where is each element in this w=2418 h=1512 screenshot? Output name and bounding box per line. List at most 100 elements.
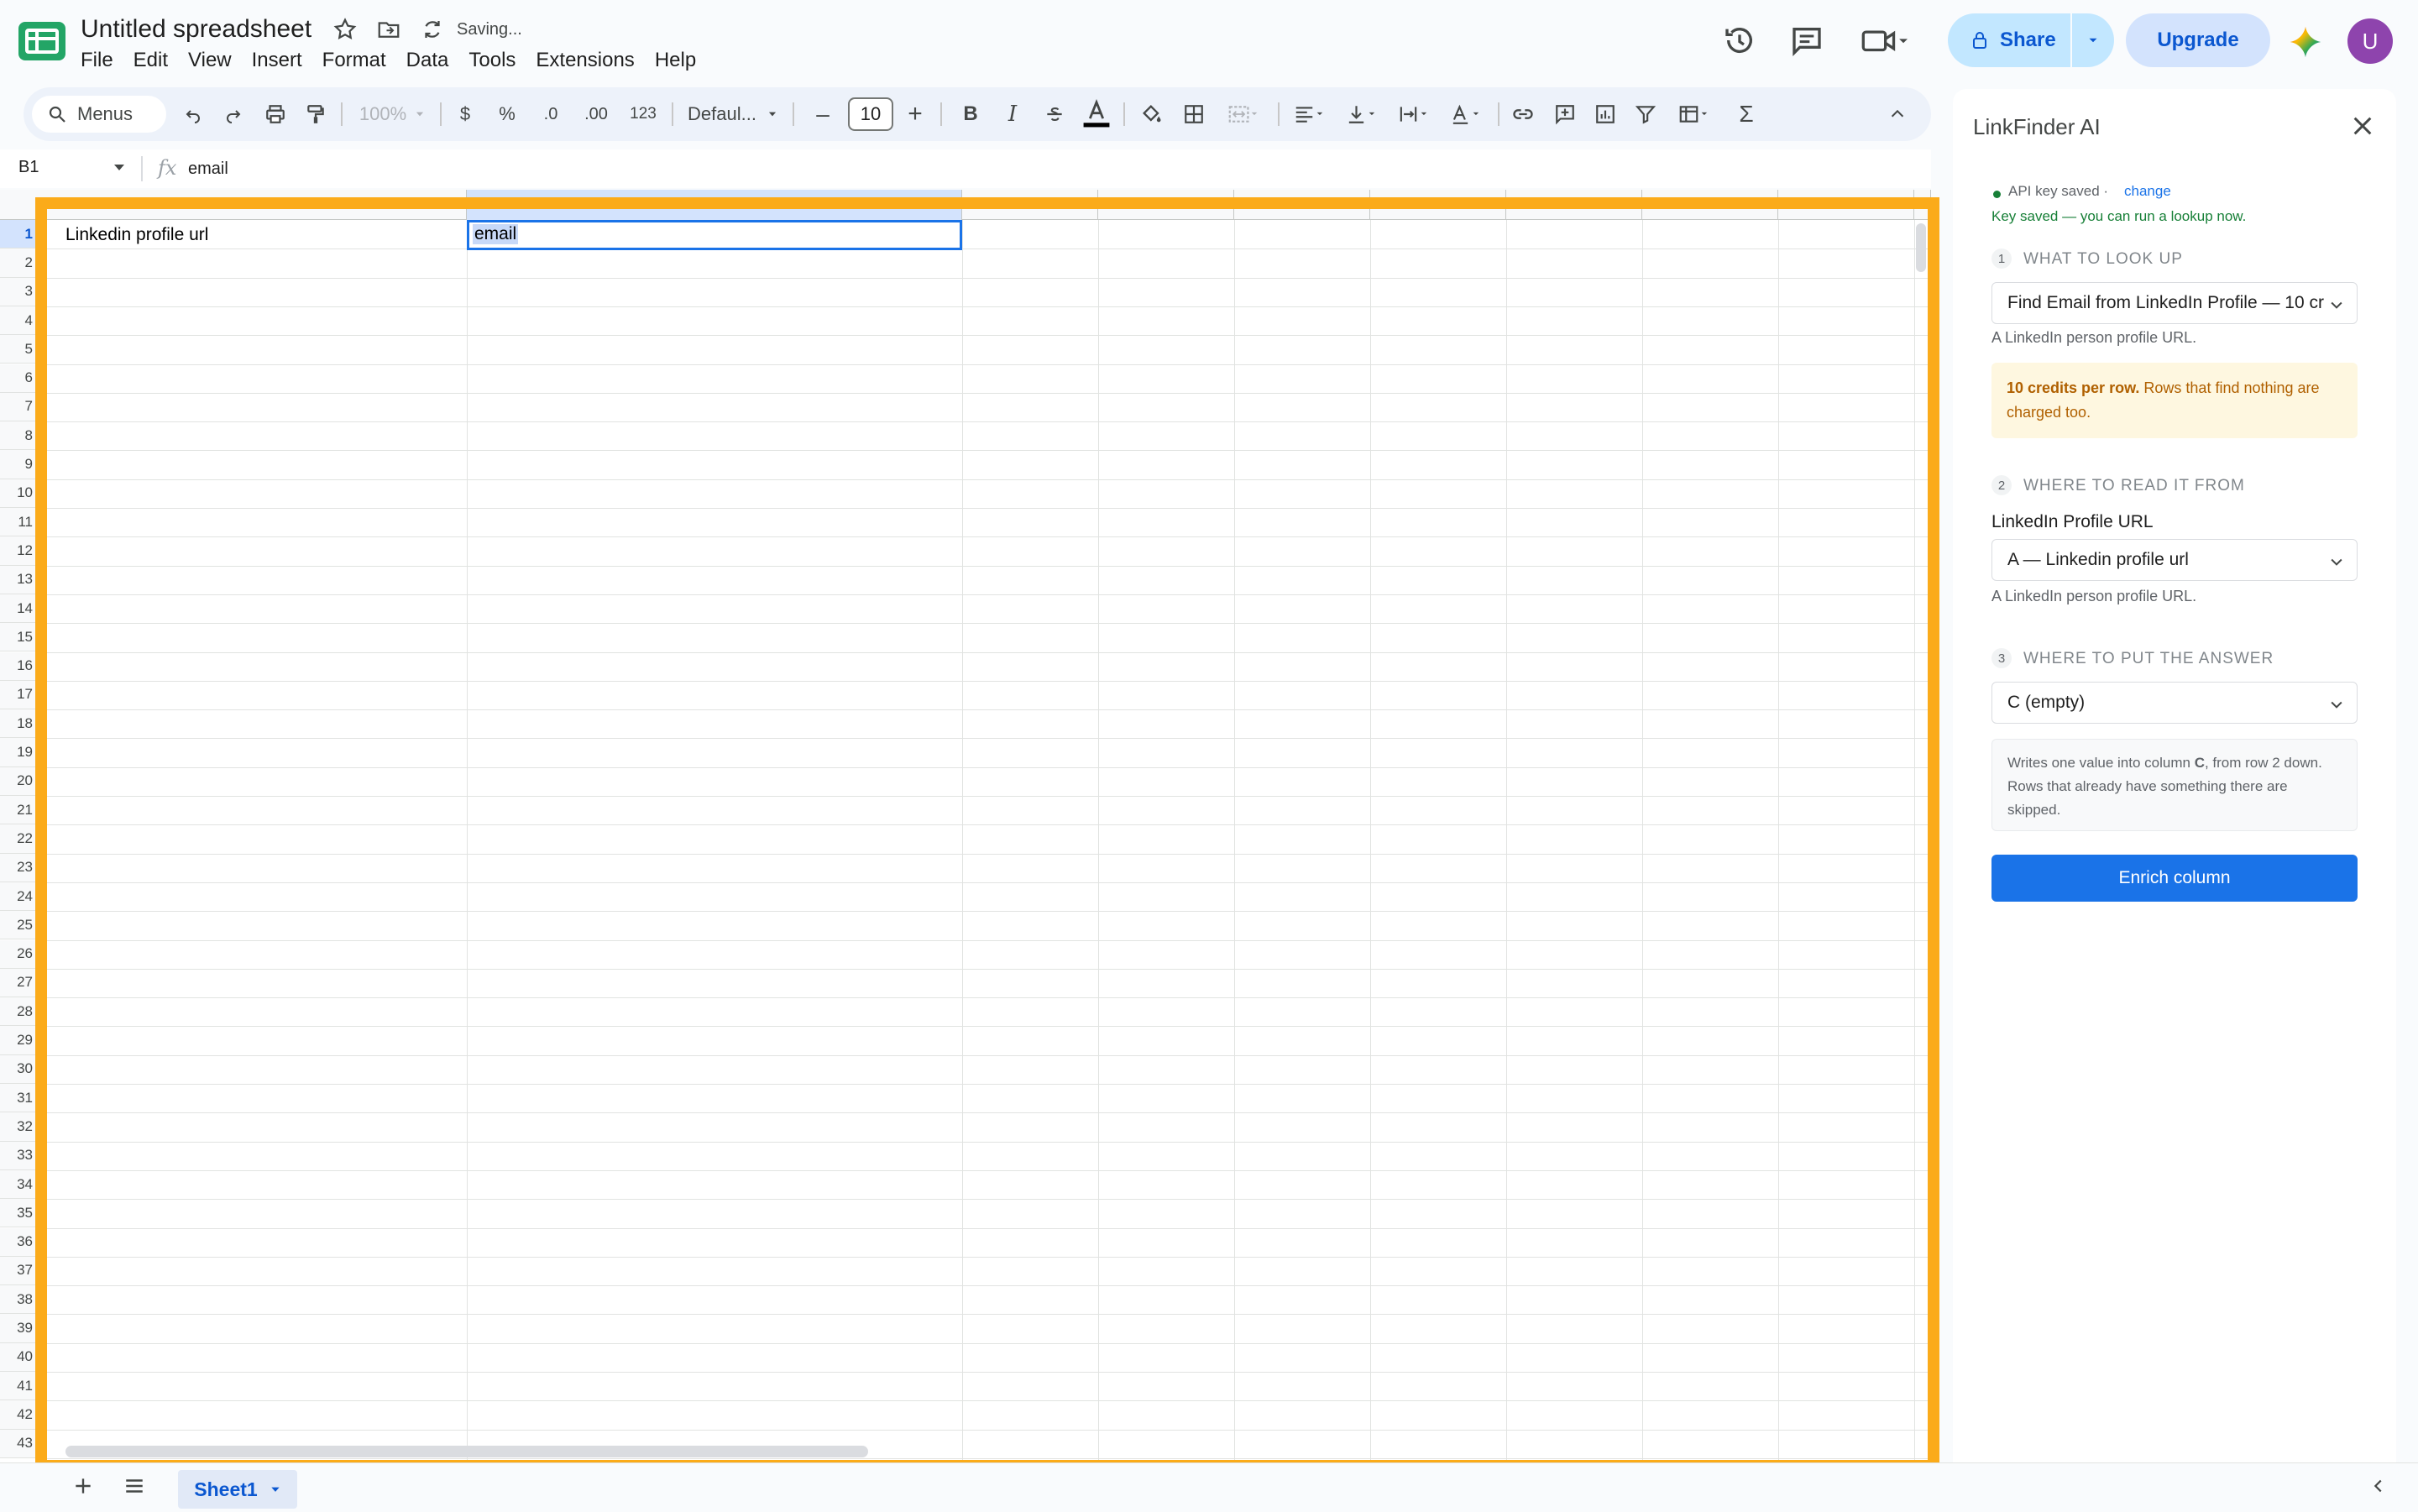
- row-header[interactable]: 3: [0, 277, 39, 306]
- column-header[interactable]: [1370, 190, 1506, 220]
- formula-input[interactable]: email: [188, 160, 228, 179]
- filter-icon[interactable]: [1630, 87, 1661, 141]
- row-header[interactable]: 15: [0, 623, 39, 652]
- bold-button[interactable]: B: [955, 87, 986, 141]
- row-header[interactable]: 25: [0, 911, 39, 940]
- column-header[interactable]: [962, 190, 1098, 220]
- row-header[interactable]: 31: [0, 1084, 39, 1113]
- strikethrough-icon[interactable]: [1039, 87, 1070, 141]
- row-header[interactable]: 38: [0, 1285, 39, 1315]
- cell-b1-selected[interactable]: email: [467, 220, 962, 250]
- side-panel-toggle-icon[interactable]: [2369, 1477, 2388, 1495]
- sheet-tab-chevron-icon[interactable]: [270, 1483, 281, 1495]
- percent-button[interactable]: %: [492, 87, 522, 141]
- row-header[interactable]: 13: [0, 565, 39, 594]
- row-header[interactable]: 22: [0, 824, 39, 854]
- name-box[interactable]: B1: [18, 158, 39, 177]
- column-header[interactable]: [1098, 190, 1234, 220]
- row-header[interactable]: 1: [0, 220, 39, 249]
- functions-button[interactable]: Σ: [1731, 87, 1761, 141]
- menu-edit[interactable]: Edit: [133, 49, 168, 72]
- search-menus-button[interactable]: Menus: [32, 96, 166, 133]
- upgrade-button[interactable]: Upgrade: [2126, 13, 2270, 67]
- insert-chart-icon[interactable]: [1590, 87, 1620, 141]
- row-header[interactable]: 5: [0, 335, 39, 364]
- column-header[interactable]: [1506, 190, 1642, 220]
- column-header[interactable]: [1642, 190, 1778, 220]
- column-header[interactable]: [1778, 190, 1914, 220]
- column-header[interactable]: [467, 190, 962, 220]
- avatar[interactable]: U: [2347, 18, 2393, 64]
- column-header[interactable]: [1234, 190, 1370, 220]
- row-header[interactable]: 11: [0, 508, 39, 537]
- number-format-button[interactable]: 123: [623, 87, 663, 141]
- collapse-toolbar-icon[interactable]: [1882, 87, 1913, 141]
- sheets-logo-icon[interactable]: [18, 22, 65, 60]
- gemini-icon[interactable]: [2289, 25, 2322, 59]
- menu-extensions[interactable]: Extensions: [536, 49, 634, 72]
- row-header[interactable]: 33: [0, 1141, 39, 1170]
- menu-insert[interactable]: Insert: [252, 49, 302, 72]
- menu-file[interactable]: File: [81, 49, 113, 72]
- row-header[interactable]: 41: [0, 1372, 39, 1401]
- row-header[interactable]: 28: [0, 997, 39, 1027]
- currency-button[interactable]: $: [450, 87, 480, 141]
- share-dropdown-icon[interactable]: [2072, 13, 2114, 67]
- vertical-align-icon[interactable]: [1338, 87, 1385, 141]
- row-header[interactable]: 34: [0, 1169, 39, 1200]
- horizontal-scrollbar[interactable]: [65, 1446, 868, 1457]
- row-header[interactable]: 12: [0, 536, 39, 566]
- menu-help[interactable]: Help: [655, 49, 696, 72]
- row-header[interactable]: 23: [0, 853, 39, 882]
- enrich-column-button[interactable]: Enrich column: [1991, 855, 2358, 902]
- cell-a1[interactable]: Linkedin profile url: [65, 225, 208, 245]
- text-wrapping-icon[interactable]: [1390, 87, 1437, 141]
- undo-icon[interactable]: [178, 87, 208, 141]
- row-header[interactable]: 35: [0, 1199, 39, 1228]
- row-header[interactable]: 36: [0, 1227, 39, 1257]
- share-button[interactable]: Share: [1948, 13, 2114, 67]
- font-size-input[interactable]: 10: [848, 97, 893, 131]
- row-header[interactable]: 42: [0, 1400, 39, 1430]
- row-header[interactable]: 18: [0, 709, 39, 739]
- print-icon[interactable]: [260, 87, 290, 141]
- row-header[interactable]: 7: [0, 392, 39, 422]
- font-size-increase-button[interactable]: +: [900, 87, 930, 141]
- spreadsheet-grid[interactable]: 1 2 3 4 5 6 7 8 9 10 11 12 13 14 15 16 17 18 19 20 21 22 23 24 2…: [0, 190, 1931, 1462]
- borders-icon[interactable]: [1179, 87, 1209, 141]
- redo-icon[interactable]: [218, 87, 249, 141]
- font-select[interactable]: Defaul...: [682, 87, 762, 141]
- row-header[interactable]: 17: [0, 680, 39, 710]
- zoom-select[interactable]: 100%: [349, 87, 416, 141]
- fill-color-icon[interactable]: [1137, 87, 1167, 141]
- merge-cells-icon[interactable]: [1219, 87, 1268, 141]
- doc-title[interactable]: Untitled spreadsheet: [81, 15, 311, 44]
- row-header[interactable]: 40: [0, 1342, 39, 1372]
- row-header[interactable]: 9: [0, 450, 39, 479]
- change-key-link[interactable]: change: [2124, 183, 2171, 200]
- all-sheets-icon[interactable]: [123, 1475, 146, 1503]
- column-header[interactable]: [39, 190, 467, 220]
- meet-icon[interactable]: [1861, 24, 1908, 57]
- paint-format-icon[interactable]: [301, 87, 331, 141]
- menu-tools[interactable]: Tools: [468, 49, 516, 72]
- menu-data[interactable]: Data: [406, 49, 449, 72]
- row-header[interactable]: 6: [0, 364, 39, 393]
- row-header[interactable]: 2: [0, 249, 39, 278]
- row-header[interactable]: 20: [0, 766, 39, 796]
- row-header[interactable]: 14: [0, 594, 39, 624]
- text-rotation-icon[interactable]: [1442, 87, 1489, 141]
- font-size-decrease-button[interactable]: –: [808, 87, 838, 141]
- row-header[interactable]: 16: [0, 651, 39, 681]
- italic-button[interactable]: I: [997, 87, 1028, 141]
- comments-icon[interactable]: [1790, 24, 1824, 57]
- row-header[interactable]: 10: [0, 479, 39, 508]
- row-header[interactable]: 19: [0, 738, 39, 767]
- row-header[interactable]: 32: [0, 1112, 39, 1142]
- row-header[interactable]: 8: [0, 421, 39, 451]
- vertical-scrollbar[interactable]: [1916, 223, 1926, 272]
- version-history-icon[interactable]: [1723, 24, 1756, 57]
- horizontal-align-icon[interactable]: [1286, 87, 1333, 141]
- insert-comment-icon[interactable]: [1550, 87, 1580, 141]
- sheet-tab-sheet1[interactable]: Sheet1: [178, 1470, 297, 1509]
